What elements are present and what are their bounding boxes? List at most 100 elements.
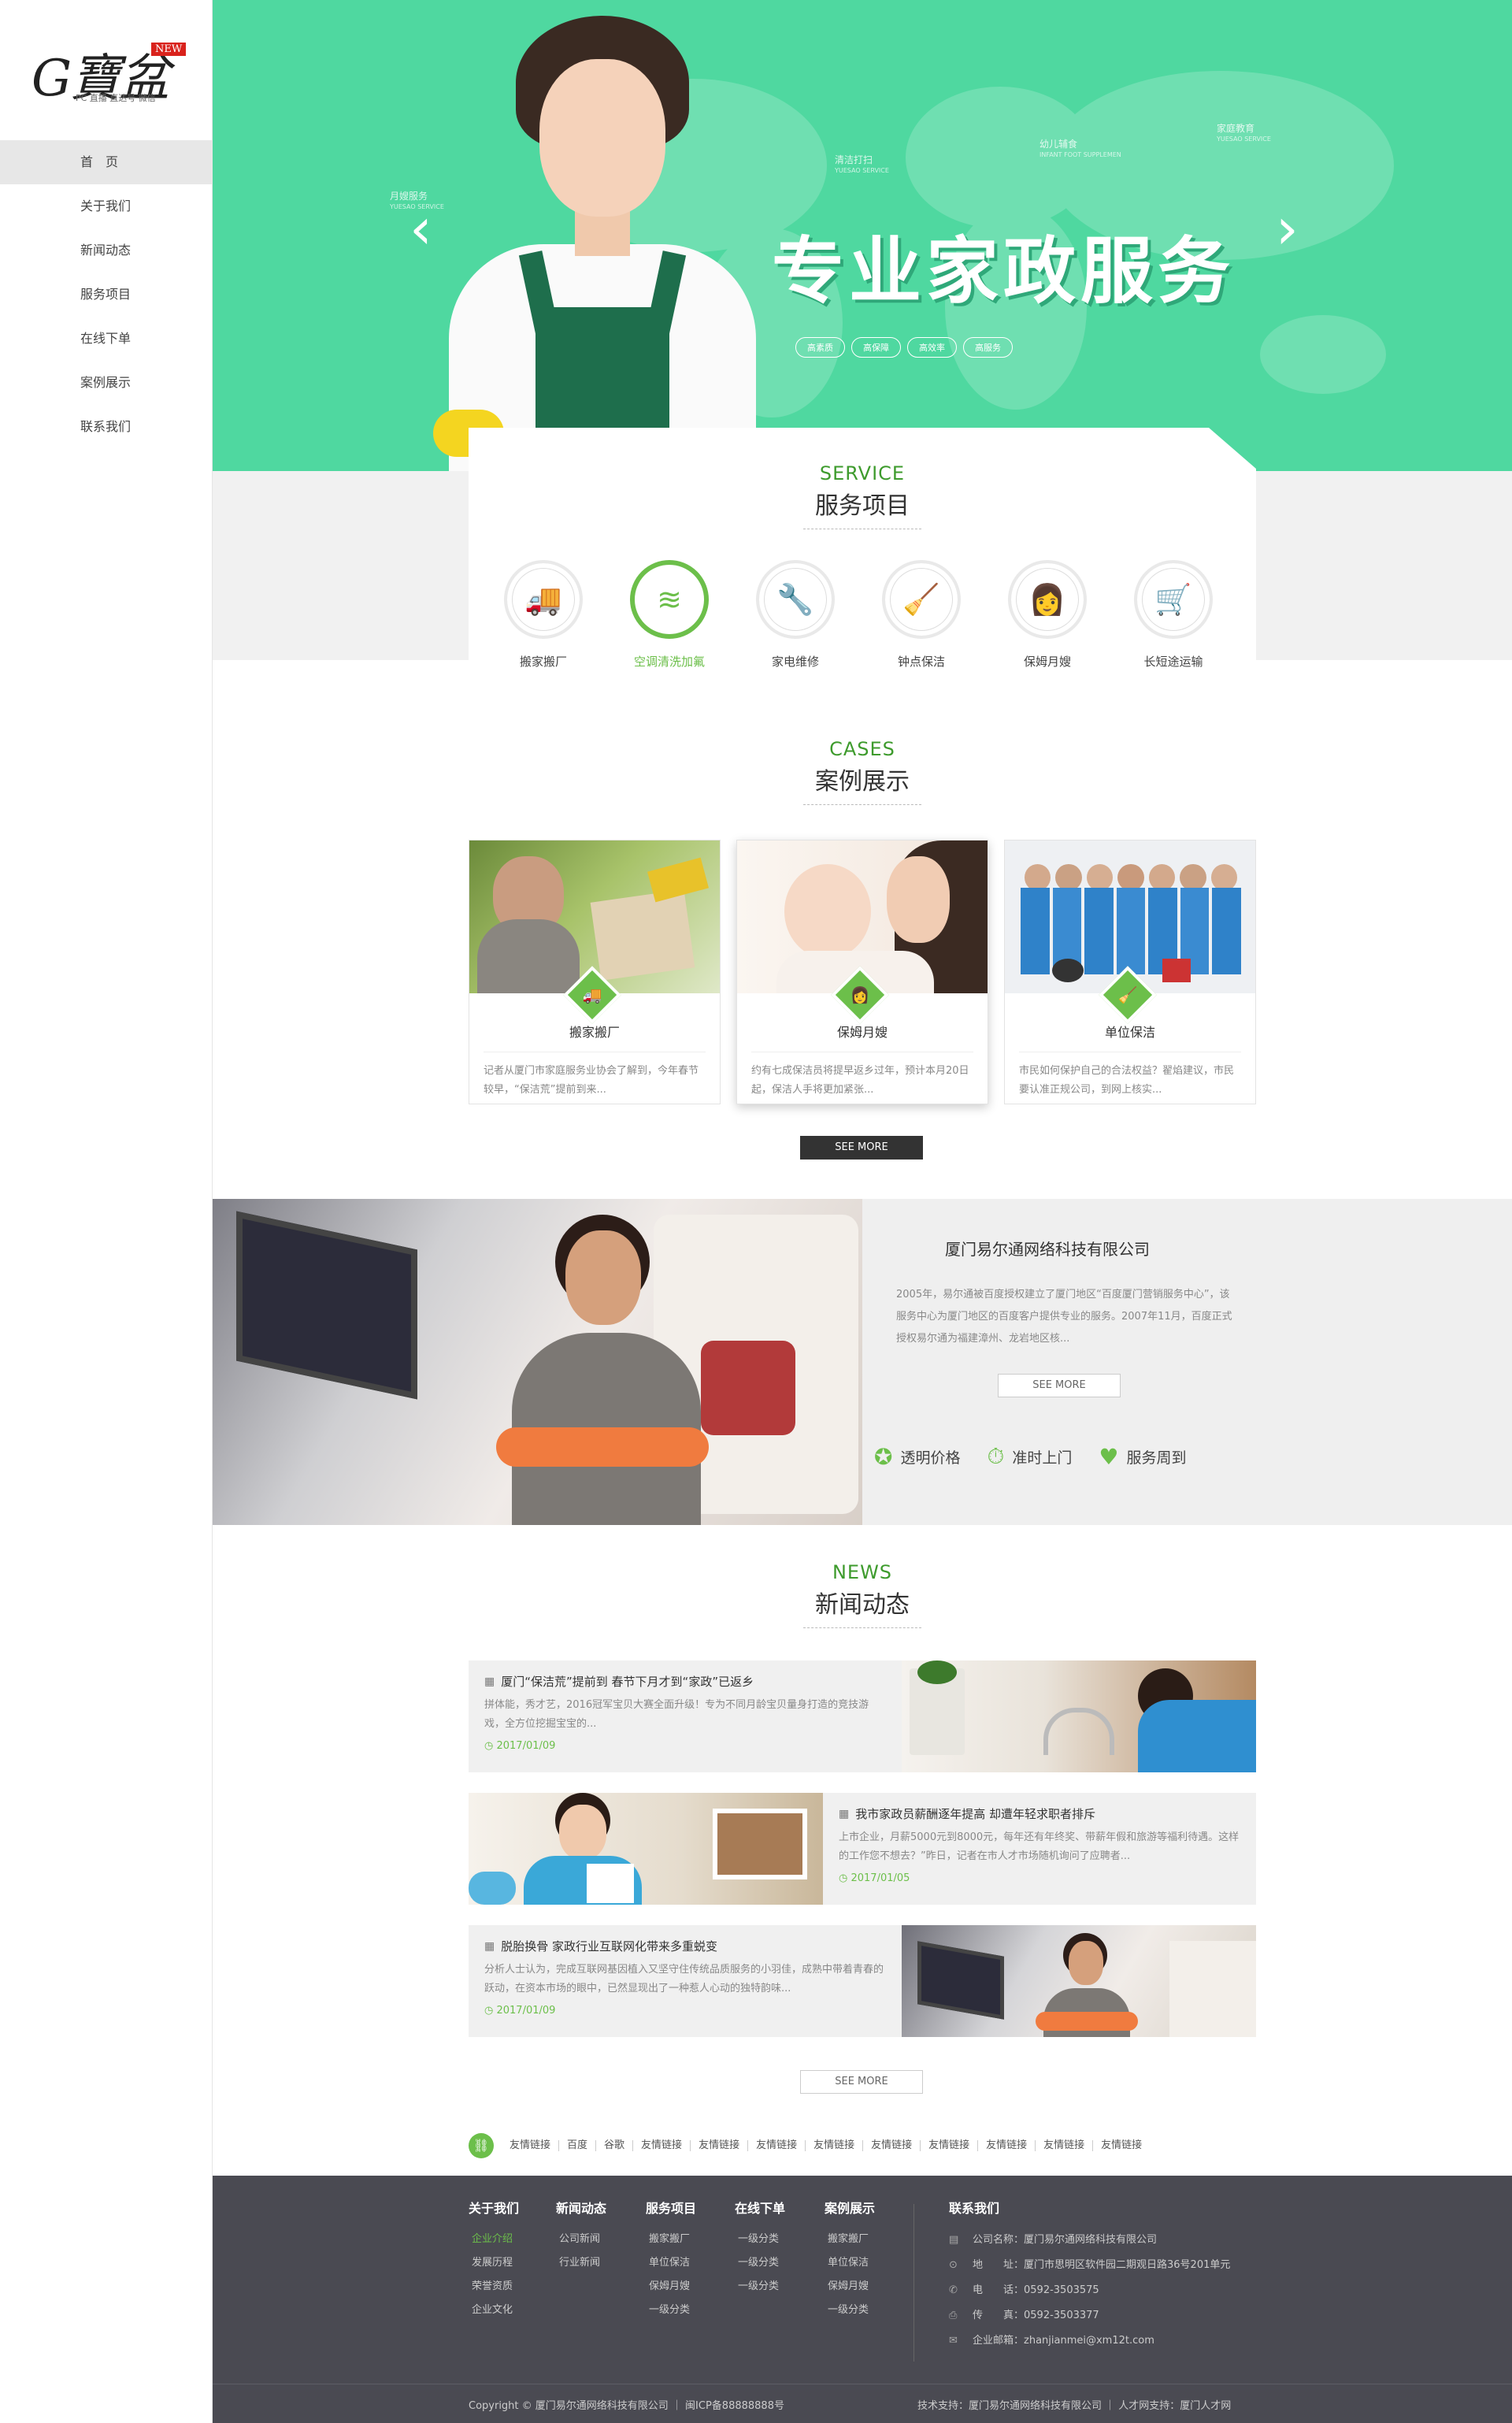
footer-link[interactable]: 搬家搬厂: [825, 2228, 875, 2251]
main-nav: 首 页 关于我们 新闻动态 服务项目 在线下单 案例展示 联系我们: [0, 140, 212, 449]
friend-link[interactable]: 友情链接: [863, 2140, 921, 2151]
nav-item-home[interactable]: 首 页: [0, 140, 212, 184]
friend-link[interactable]: 谷歌: [596, 2140, 634, 2151]
case-card[interactable]: 🧹 单位保洁 市民如何保护自己的合法权益？翟焰建议，市民要认准正规公司，到网上核…: [1004, 840, 1256, 1104]
clock-icon: ◷: [839, 1872, 848, 1884]
news-item[interactable]: ▦ 我市家政员薪酬逐年提高 却遭年轻求职者排斥 上市企业，月薪5000元到8000…: [469, 1793, 1256, 1905]
footer-column-title[interactable]: 在线下单: [735, 2198, 785, 2217]
nav-item-services[interactable]: 服务项目: [0, 273, 212, 317]
service-item[interactable]: 🔧 家电维修: [756, 560, 835, 670]
friend-link[interactable]: 友情链接: [978, 2140, 1036, 2151]
banner-next-arrow-icon[interactable]: ›: [1276, 197, 1307, 260]
location-icon: ⊙: [949, 2259, 958, 2271]
nav-item-about[interactable]: 关于我们: [0, 184, 212, 228]
building-icon: ▤: [949, 2234, 959, 2246]
friend-link[interactable]: 友情链接: [1093, 2140, 1150, 2151]
clock-icon: ◷: [484, 2005, 494, 2017]
handshake-icon: ♥: [1099, 1443, 1119, 1470]
footer-link[interactable]: 发展历程: [469, 2251, 519, 2275]
footer-link[interactable]: 一级分类: [735, 2275, 785, 2299]
nav-item-news[interactable]: 新闻动态: [0, 228, 212, 273]
logo-subtitle: PC 直播 直达号 微信: [76, 93, 156, 103]
service-item[interactable]: 👩 保姆月嫂: [1008, 560, 1087, 670]
case-name: 单位保洁: [1104, 1025, 1155, 1040]
friend-link[interactable]: 百度: [559, 2140, 597, 2151]
case-desc: 约有七成保洁员将提早返乡过年，预计本月20日起，保洁人手将更加紧张...: [751, 1052, 973, 1100]
friend-links: ⛓ 友情链接 百度 谷歌 友情链接 友情链接 友情链接 友情链接 友情链接 友情…: [469, 2133, 1150, 2158]
service-item[interactable]: 🛒 长短途运输: [1134, 560, 1213, 670]
company-see-more-button[interactable]: SEE MORE: [998, 1374, 1121, 1397]
footer-column: 在线下单 一级分类 一级分类 一级分类: [735, 2198, 785, 2299]
nanny-icon: 👩: [1008, 560, 1087, 639]
contact-row: ⎙ 传 真：0592-3503377: [949, 2303, 1230, 2328]
news-title-cn: 新闻动态: [815, 1591, 910, 1619]
copyright: Copyright © 厦门易尔通网络科技有限公司 ｜ 闽ICP备8888888…: [469, 2400, 784, 2412]
footer-link[interactable]: 一级分类: [646, 2299, 696, 2322]
feature-item: ✪ 透明价格: [874, 1443, 961, 1470]
footer-link[interactable]: 行业新闻: [556, 2251, 606, 2275]
footer-link[interactable]: 保姆月嫂: [646, 2275, 696, 2299]
services-title: SERVICE 服务项目: [469, 462, 1256, 529]
service-item[interactable]: 🧹 钟点保洁: [882, 560, 961, 670]
news-body: 上市企业，月薪5000元到8000元，每年还有年终奖、带薪年假和旅游等福利待遇。…: [839, 1831, 1240, 1862]
news-title[interactable]: 脱胎换骨 家政行业互联网化带来多重蜕变: [501, 1938, 717, 1954]
footer-link[interactable]: 企业文化: [469, 2299, 519, 2322]
footer-column-title[interactable]: 新闻动态: [556, 2198, 606, 2217]
footer-link[interactable]: 搬家搬厂: [646, 2228, 696, 2251]
footer-link[interactable]: 一级分类: [735, 2228, 785, 2251]
cart-icon: 🛒: [1134, 560, 1213, 639]
friend-link[interactable]: 友情链接: [806, 2140, 864, 2151]
footer-link[interactable]: 单位保洁: [646, 2251, 696, 2275]
service-item[interactable]: ≋ 空调清洗加氟: [630, 560, 709, 670]
news-item[interactable]: ▦ 厦门“保洁荒”提前到 春节下月才到“家政”已返乡 拼体能，秀才艺，2016冠军…: [469, 1660, 1256, 1772]
footer-link[interactable]: 荣誉资质: [469, 2275, 519, 2299]
banner-prev-arrow-icon[interactable]: ‹: [410, 197, 441, 260]
repair-icon: 🔧: [756, 560, 835, 639]
banner-tag: 高效率: [907, 337, 957, 358]
footer-link[interactable]: 保姆月嫂: [825, 2275, 875, 2299]
friend-link[interactable]: 友情链接: [921, 2140, 979, 2151]
friend-link[interactable]: 友情链接: [748, 2140, 806, 2151]
tech-support: 技术支持：厦门易尔通网络科技有限公司 ｜ 人才网支持：厦门人才网: [917, 2400, 1232, 2412]
friend-link[interactable]: 友情链接: [502, 2140, 560, 2151]
case-card[interactable]: 🚚 搬家搬厂 记者从厦门市家庭服务业协会了解到，今年春节较早，“保洁荒”提前到来…: [469, 840, 721, 1104]
footer-column-title[interactable]: 案例展示: [825, 2198, 875, 2217]
footer-contact: 联系我们 ▤ 公司名称：厦门易尔通网络科技有限公司 ⊙ 地 址：厦门市思明区软件园二…: [949, 2198, 1230, 2354]
cases-see-more-button[interactable]: SEE MORE: [800, 1136, 923, 1160]
news-title[interactable]: 我市家政员薪酬逐年提高 却遭年轻求职者排斥: [855, 1805, 1095, 1822]
friend-link[interactable]: 友情链接: [633, 2140, 691, 2151]
footer-link[interactable]: 公司新闻: [556, 2228, 606, 2251]
friend-link[interactable]: 友情链接: [691, 2140, 749, 2151]
services-card: SERVICE 服务项目 🚚 搬家搬厂 ≋ 空调清洗加氟 🔧 家电维修 🧹 钟点保洁 👩…: [469, 428, 1256, 705]
contact-title[interactable]: 联系我们: [949, 2198, 1230, 2217]
truck-icon: 🚚: [504, 560, 583, 639]
news-item[interactable]: ▦ 脱胎换骨 家政行业互联网化带来多重蜕变 分析人士认为，完成互联网基因植入又坚守…: [469, 1925, 1256, 2037]
company-section: 厦门易尔通网络科技有限公司 2005年，易尔通被百度授权建立了厦门地区“百度厦门…: [213, 1199, 1512, 1525]
friend-link[interactable]: 友情链接: [1036, 2140, 1094, 2151]
news-body: 分析人士认为，完成互联网基因植入又坚守住传统品质服务的小羽佳，成熟中带着青春的跃…: [484, 1964, 884, 1994]
nav-item-cases[interactable]: 案例展示: [0, 361, 212, 405]
case-desc: 记者从厦门市家庭服务业协会了解到，今年春节较早，“保洁荒”提前到来...: [484, 1052, 706, 1100]
nav-item-contact[interactable]: 联系我们: [0, 405, 212, 449]
footer-column-title[interactable]: 关于我们: [469, 2198, 519, 2217]
news-see-more-button[interactable]: SEE MORE: [800, 2070, 923, 2094]
news-date: ◷ 2017/01/05: [839, 1872, 910, 1884]
nav-item-order[interactable]: 在线下单: [0, 317, 212, 361]
contact-row: ✆ 电 话：0592-3503575: [949, 2278, 1230, 2303]
service-item[interactable]: 🚚 搬家搬厂: [504, 560, 583, 670]
footer-link[interactable]: 一级分类: [735, 2251, 785, 2275]
footer-bottom: Copyright © 厦门易尔通网络科技有限公司 ｜ 闽ICP备8888888…: [213, 2384, 1512, 2423]
footer-column-title[interactable]: 服务项目: [646, 2198, 696, 2217]
site-logo[interactable]: G寶盆 NEW PC 直播 直达号 微信: [0, 0, 212, 140]
footer-link[interactable]: 一级分类: [825, 2299, 875, 2322]
news-title[interactable]: 厦门“保洁荒”提前到 春节下月才到“家政”已返乡: [501, 1673, 754, 1690]
mail-icon: ✉: [949, 2335, 958, 2347]
contact-row: ⊙ 地 址：厦门市思明区软件园二期观日路36号201单元: [949, 2253, 1230, 2278]
hero-banner: 月嫂服务 YUESAO SERVICE 清洁打扫 YUESAO SERVICE 幼儿…: [213, 0, 1512, 471]
news-title-en: NEWS: [832, 1561, 893, 1583]
case-card[interactable]: 👩 保姆月嫂 约有七成保洁员将提早返乡过年，预计本月20日起，保洁人手将更加紧张…: [736, 840, 988, 1104]
news-title: NEWS 新闻动态: [213, 1561, 1512, 1628]
footer-link[interactable]: 企业介绍: [469, 2228, 519, 2251]
phone-icon: ✆: [949, 2284, 958, 2296]
footer-link[interactable]: 单位保洁: [825, 2251, 875, 2275]
